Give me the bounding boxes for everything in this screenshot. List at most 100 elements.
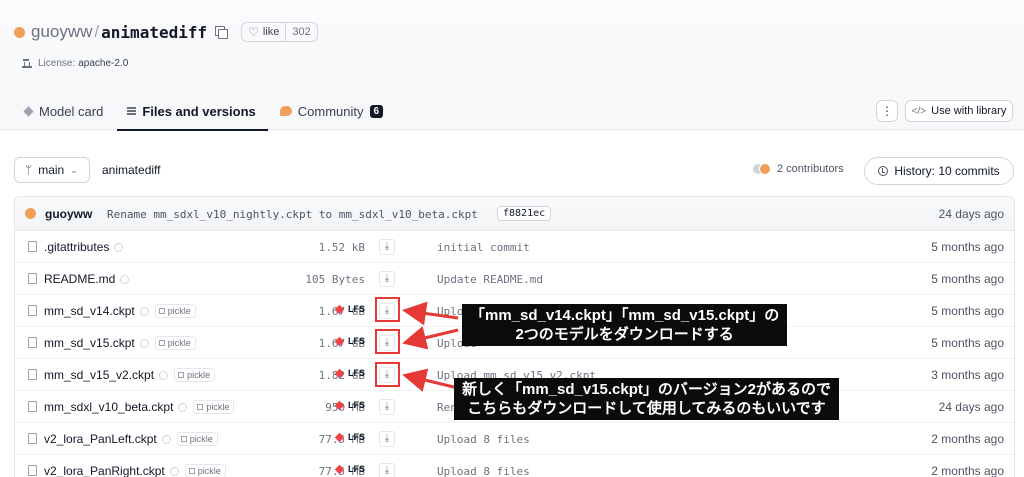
file-row: v2_lora_PanRight.ckpt pickle 77.5 MB LFS ⤓ Up… <box>15 455 1014 477</box>
file-commit-message[interactable]: initial commit <box>437 241 530 254</box>
safety-check-icon[interactable] <box>169 466 179 476</box>
lfs-icon <box>334 368 345 378</box>
chevron-down-icon: ⌄ <box>70 164 78 175</box>
file-commit-time: 24 days ago <box>938 400 1004 414</box>
file-name-link[interactable]: mm_sd_v14.ckpt pickle <box>44 304 196 318</box>
like-button[interactable]: ♡ like 302 <box>241 22 318 42</box>
safety-check-icon[interactable] <box>120 274 130 284</box>
branch-icon: ᛘ <box>25 163 33 177</box>
highlight-box <box>375 297 400 322</box>
lfs-label: LFS <box>348 464 365 474</box>
safety-check-icon[interactable] <box>159 370 169 380</box>
pickle-badge[interactable]: pickle <box>193 400 235 414</box>
annotation-note-1: 「mm_sd_v14.ckpt」「mm_sd_v15.ckpt」の 2つのモデル… <box>462 304 788 346</box>
safety-check-icon[interactable] <box>161 434 171 444</box>
tab-files-and-versions[interactable]: Files and versions <box>117 92 269 131</box>
pickle-icon <box>158 340 165 346</box>
file-name: mm_sdxl_v10_beta.ckpt <box>44 400 174 414</box>
file-commit-time: 2 months ago <box>931 432 1004 446</box>
lfs-icon <box>334 432 345 442</box>
community-count-badge: 6 <box>369 104 384 118</box>
copy-icon[interactable] <box>215 26 229 39</box>
pickle-icon <box>158 308 165 314</box>
contributors-label: 2 contributors <box>777 163 844 175</box>
safety-check-icon[interactable] <box>139 338 149 348</box>
commit-hash[interactable]: f8821ec <box>497 206 552 221</box>
download-icon[interactable]: ⤓ <box>379 431 395 447</box>
bank-icon <box>22 59 32 68</box>
lfs-label: LFS <box>348 400 365 410</box>
file-row: v2_lora_PanLeft.ckpt pickle 77.5 MB LFS ⤓ Upl… <box>15 423 1014 455</box>
more-options-button[interactable]: ⋮ <box>876 100 898 122</box>
commit-message[interactable]: Rename mm_sdxl_v10_nightly.ckpt to mm_sd… <box>107 208 478 221</box>
annotation-line: 「mm_sd_v14.ckpt」「mm_sd_v15.ckpt」の <box>470 307 780 324</box>
file-name-link[interactable]: v2_lora_PanRight.ckpt pickle <box>44 464 226 477</box>
tab-label: Files and versions <box>142 103 256 119</box>
file-commit-time: 5 months ago <box>931 336 1004 350</box>
safety-check-icon[interactable] <box>178 402 188 412</box>
lfs-icon <box>334 336 345 346</box>
repo-title: guoyww / animatediff ♡ like 302 <box>14 18 318 46</box>
download-icon[interactable]: ⤓ <box>379 463 395 477</box>
file-name-link[interactable]: mm_sd_v15.ckpt pickle <box>44 336 196 350</box>
pickle-badge[interactable]: pickle <box>184 464 226 477</box>
repo-tabs: Model card Files and versions Community … <box>23 92 407 131</box>
license-label: License: <box>38 58 76 69</box>
file-name-link[interactable]: README.md <box>44 272 130 286</box>
tab-model-card[interactable]: Model card <box>23 92 103 130</box>
file-name: README.md <box>44 272 116 286</box>
file-name-link[interactable]: mm_sd_v15_v2.ckpt pickle <box>44 368 216 382</box>
files-icon <box>127 107 137 115</box>
like-count: 302 <box>285 23 316 41</box>
file-commit-message[interactable]: Upload 8 files <box>437 433 530 446</box>
file-name-link[interactable]: v2_lora_PanLeft.ckpt pickle <box>44 432 218 446</box>
pickle-badge[interactable]: pickle <box>176 432 218 446</box>
repo-name-link[interactable]: animatediff <box>101 23 207 42</box>
download-icon[interactable]: ⤓ <box>379 399 395 415</box>
pickle-label: pickle <box>189 434 213 444</box>
lfs-label: LFS <box>348 336 365 346</box>
commit-author[interactable]: guoyww <box>45 207 92 221</box>
repo-header: guoyww / animatediff ♡ like 302 License:… <box>0 0 1024 131</box>
file-commit-time: 3 months ago <box>931 368 1004 382</box>
clock-icon <box>878 166 889 176</box>
code-icon: </> <box>911 105 927 117</box>
file-size: 105 Bytes <box>305 273 365 286</box>
owner-link[interactable]: guoyww <box>31 22 92 42</box>
pickle-badge[interactable]: pickle <box>154 336 196 350</box>
branch-selector[interactable]: ᛘ main ⌄ <box>14 157 90 183</box>
breadcrumb[interactable]: animatediff <box>102 163 160 177</box>
safety-check-icon[interactable] <box>139 306 149 316</box>
history-button[interactable]: History: 10 commits <box>864 157 1014 185</box>
pickle-icon <box>197 404 204 410</box>
annotation-line: こちらもダウンロードして使用してみるのもいいです <box>467 400 826 417</box>
file-icon <box>28 465 37 476</box>
download-icon[interactable]: ⤓ <box>379 271 395 287</box>
license-value: apache-2.0 <box>78 58 129 69</box>
download-icon[interactable]: ⤓ <box>379 239 395 255</box>
lfs-badge: LFS <box>334 336 365 346</box>
heart-icon: ♡ <box>248 25 259 39</box>
file-commit-message[interactable]: Update README.md <box>437 273 543 286</box>
annotation-note-2: 新しく「mm_sd_v15.ckpt」のバージョン2があるので こちらもダウンロ… <box>454 378 839 420</box>
lfs-badge: LFS <box>334 304 365 314</box>
highlight-box <box>375 362 400 387</box>
safety-check-icon[interactable] <box>114 242 124 252</box>
file-commit-message[interactable]: Upload 8 files <box>437 465 530 477</box>
file-name: v2_lora_PanRight.ckpt <box>44 464 165 477</box>
contributors-link[interactable]: 2 contributors <box>752 163 844 175</box>
tab-community[interactable]: Community 6 <box>279 92 384 130</box>
file-name: .gitattributes <box>44 240 110 254</box>
use-with-library-button[interactable]: </> Use with library <box>905 100 1013 122</box>
tab-label: Community <box>297 103 364 119</box>
file-name-link[interactable]: .gitattributes <box>44 240 124 254</box>
file-icon <box>28 337 37 348</box>
lfs-badge: LFS <box>334 432 365 442</box>
pickle-badge[interactable]: pickle <box>154 304 196 318</box>
avatar <box>25 208 36 219</box>
lfs-label: LFS <box>348 304 365 314</box>
license-tag[interactable]: License: apache-2.0 <box>22 58 128 69</box>
file-name-link[interactable]: mm_sdxl_v10_beta.ckpt pickle <box>44 400 235 414</box>
pickle-badge[interactable]: pickle <box>174 368 216 382</box>
file-name: mm_sd_v15.ckpt <box>44 336 135 350</box>
